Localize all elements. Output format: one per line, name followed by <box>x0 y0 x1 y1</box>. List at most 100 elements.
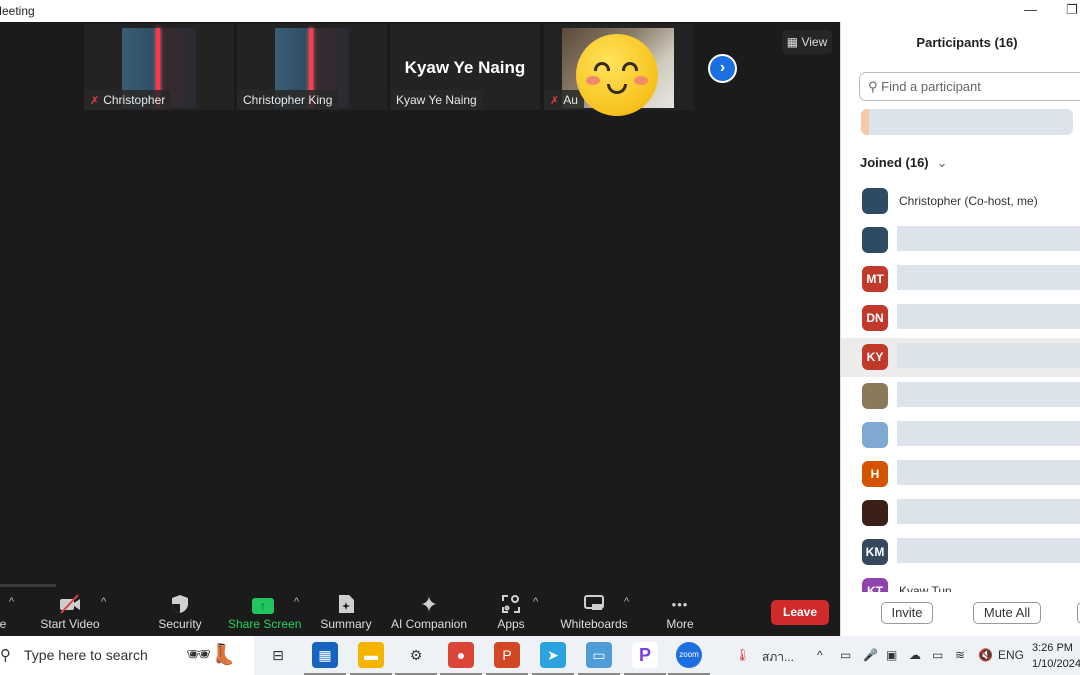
participant-avatar: H <box>862 461 888 487</box>
view-button[interactable]: ▦ View <box>782 30 832 54</box>
tile-name-bar: ✗ Christopher <box>84 90 172 110</box>
participant-row[interactable]: MT <box>841 260 1080 299</box>
participant-row[interactable]: DN <box>841 299 1080 338</box>
microphone-icon[interactable]: 🎤 <box>863 648 878 662</box>
show-hidden-icons-chevron[interactable]: ^ <box>817 648 823 662</box>
participant-avatar <box>862 422 888 448</box>
whiteboard-options-caret[interactable]: ^ <box>624 596 629 608</box>
restore-button[interactable]: ❐ <box>1066 2 1078 18</box>
screen-share-icon[interactable]: ▣ <box>886 648 897 662</box>
participant-row[interactable] <box>841 494 1080 533</box>
security-button[interactable]: Security <box>152 594 208 631</box>
ai-companion-label: AI Companion <box>390 617 468 631</box>
participant-row[interactable]: H <box>841 455 1080 494</box>
summary-button[interactable]: Summary <box>318 594 374 631</box>
apps-icon <box>494 594 528 616</box>
wifi-icon[interactable]: ≋ <box>955 648 965 662</box>
audio-options-caret[interactable]: ^ <box>9 596 14 608</box>
weather-text[interactable]: สภา... <box>762 648 794 667</box>
smiley-overlay-icon <box>576 34 658 116</box>
security-label: Security <box>158 617 202 631</box>
task-view-icon[interactable]: ⊟ <box>265 642 291 668</box>
apps-button[interactable]: Apps <box>494 594 528 631</box>
participant-row[interactable]: KT Kyaw Tun <box>841 572 1080 592</box>
share-screen-button[interactable]: ↑ Share Screen <box>228 594 302 631</box>
scrollbar[interactable] <box>0 584 56 587</box>
view-icon: ▦ <box>786 35 799 49</box>
ai-companion-button[interactable]: ✦ AI Companion <box>389 592 469 632</box>
summary-icon <box>318 594 374 616</box>
participant-row[interactable]: Christopher (Co-host, me) <box>841 182 1080 221</box>
telegram-icon[interactable]: ➤ <box>532 642 574 675</box>
share-screen-label: Share Screen <box>228 617 302 631</box>
start-video-button[interactable]: Start Video <box>36 594 104 631</box>
participant-row[interactable] <box>841 221 1080 260</box>
search-placeholder: Find a participant <box>881 79 981 94</box>
share-options-caret[interactable]: ^ <box>294 596 299 608</box>
control-panel-icon[interactable]: ▭ <box>578 642 620 675</box>
view-label: View <box>801 35 828 49</box>
zoom-icon[interactable]: zoom <box>668 642 710 675</box>
mic-muted-icon: ✗ <box>90 95 100 107</box>
window-title: Meeting <box>0 4 35 18</box>
minimize-button[interactable]: — <box>1024 2 1037 17</box>
microsoft-store-icon[interactable]: ▦ <box>304 642 346 675</box>
meeting-toolbar: e ^ Start Video ^ Security ↑ Share Scree… <box>0 592 840 636</box>
next-page-button[interactable]: › <box>708 54 737 83</box>
apps-options-caret[interactable]: ^ <box>533 596 538 608</box>
participant-row[interactable]: KY <box>841 338 1080 377</box>
video-off-icon <box>36 594 104 616</box>
participant-row[interactable] <box>841 416 1080 455</box>
leave-button[interactable]: Leave <box>771 600 829 625</box>
participant-avatar <box>862 383 888 409</box>
more-button[interactable]: ••• More <box>660 594 700 631</box>
meeting-area: ✗ Christopher Christopher King Kyaw Ye Na… <box>0 22 840 636</box>
tile-name: Au <box>563 93 578 107</box>
tile-name: Christopher <box>103 93 166 107</box>
tile-name: Christopher King <box>243 93 333 107</box>
invite-button[interactable]: Invite <box>881 602 933 624</box>
redacted-name <box>897 265 1080 290</box>
onedrive-cloud-icon[interactable]: ☁ <box>909 648 921 662</box>
participant-avatar <box>862 188 888 214</box>
joined-section-header[interactable]: Joined (16) ⌄ <box>860 155 948 171</box>
p-app-icon[interactable]: P <box>624 642 666 675</box>
weather-thermometer-icon[interactable]: 🌡 <box>735 648 750 662</box>
audio-label: e <box>0 617 7 631</box>
chevron-down-icon: ⌄ <box>936 155 948 170</box>
search-icon: ⚲ <box>0 647 11 664</box>
tile-name: Kyaw Ye Naing <box>396 93 477 107</box>
volume-muted-icon[interactable]: 🔇 <box>978 648 993 662</box>
participant-avatar: KM <box>862 539 888 565</box>
clock[interactable]: 3:26 PM 1/10/2024 <box>1032 640 1080 672</box>
video-tile[interactable]: Kyaw Ye Naing Kyaw Ye Naing <box>390 24 540 110</box>
ai-sparkle-icon: ✦ <box>419 592 439 617</box>
participant-name: Kyaw Tun <box>899 584 952 592</box>
participant-search-input[interactable]: ⚲ Find a participant <box>859 72 1080 101</box>
participant-avatar: KY <box>862 344 888 370</box>
chrome-icon[interactable]: ● <box>440 642 482 675</box>
more-dots-icon: ••• <box>671 597 689 612</box>
whiteboards-button[interactable]: Whiteboards <box>558 594 630 631</box>
joined-label: Joined (16) <box>860 155 929 170</box>
powerpoint-icon[interactable]: P <box>486 642 528 675</box>
video-options-caret[interactable]: ^ <box>101 596 106 608</box>
settings-icon[interactable]: ⚙ <box>395 642 437 675</box>
tile-display-name: Kyaw Ye Naing <box>404 58 526 77</box>
redacted-name <box>897 421 1080 446</box>
participant-row[interactable]: KM <box>841 533 1080 572</box>
redacted-name <box>897 382 1080 407</box>
video-tile[interactable]: Christopher King <box>237 24 387 110</box>
tile-name-bar: Kyaw Ye Naing <box>390 90 483 110</box>
language-indicator[interactable]: ENG <box>998 648 1024 662</box>
taskbar-search-input[interactable]: ⚲ Type here to search 🕶👢 <box>0 636 254 675</box>
battery-icon[interactable]: ▭ <box>932 648 943 662</box>
mute-all-button[interactable]: Mute All <box>973 602 1041 624</box>
participant-row[interactable] <box>841 377 1080 416</box>
camera-icon[interactable]: ▭ <box>840 648 851 662</box>
redacted-name <box>897 304 1080 329</box>
file-explorer-icon[interactable]: ▬ <box>350 642 392 675</box>
tile-name-bar: Christopher King <box>237 90 339 110</box>
redacted-banner <box>861 109 1073 135</box>
video-tile[interactable]: ✗ Christopher <box>84 24 234 110</box>
